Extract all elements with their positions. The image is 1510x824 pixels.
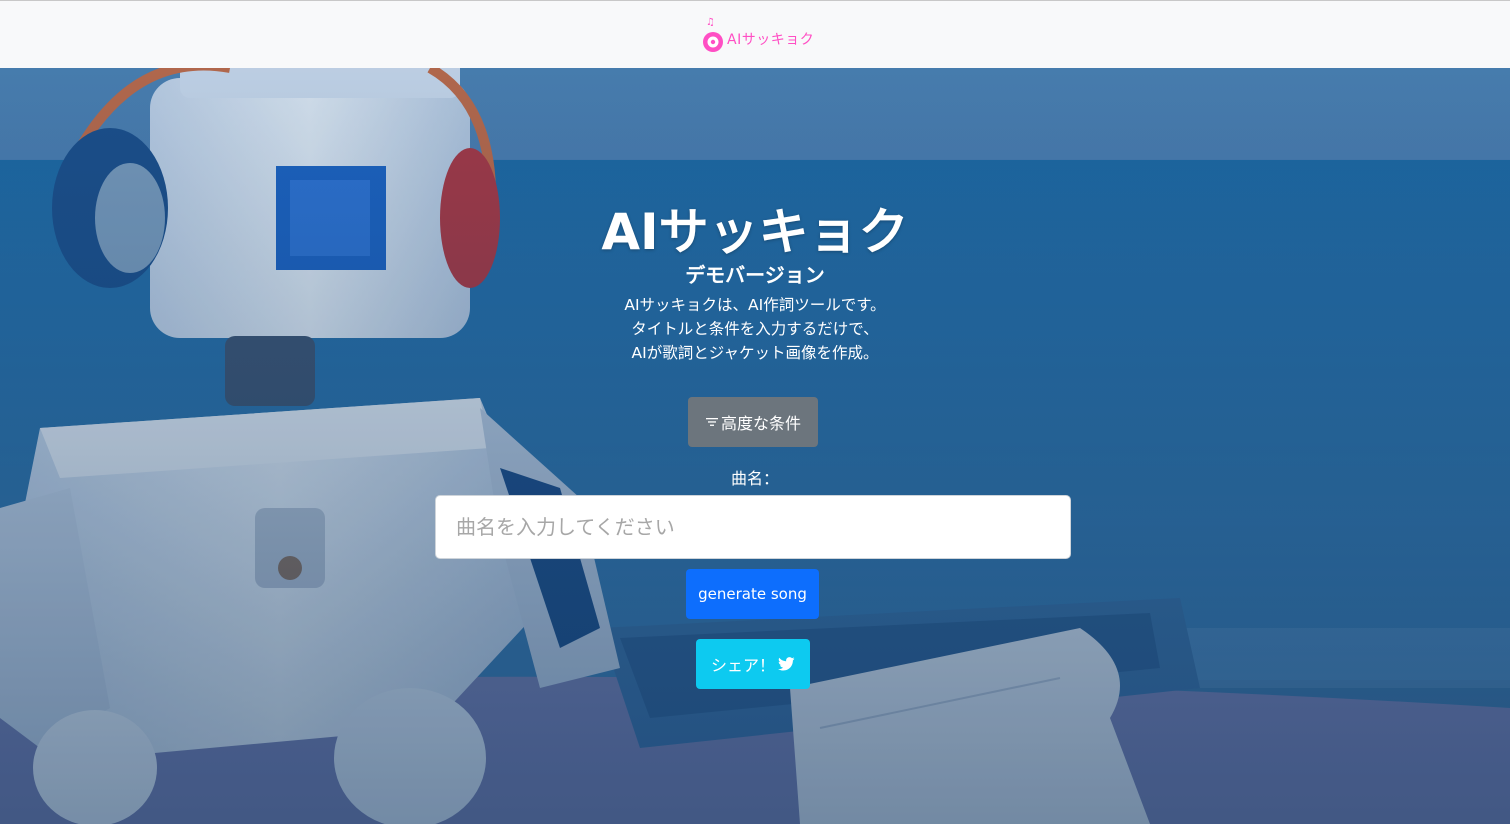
filter-icon [705, 418, 718, 426]
description: AIサッキョクは、AI作詞ツールです。 タイトルと条件を入力するだけで、 AIが… [0, 293, 1510, 365]
advanced-conditions-label: 高度な条件 [720, 414, 801, 433]
description-line: タイトルと条件を入力するだけで、 [631, 320, 879, 338]
twitter-icon [778, 657, 795, 671]
svg-text:♫: ♫ [706, 17, 715, 28]
page-title: AIサッキョク [601, 203, 909, 261]
song-name-input[interactable] [435, 495, 1071, 559]
generate-song-button[interactable]: generate song [686, 569, 819, 619]
brand-label: AIサッキョク [727, 32, 815, 48]
page-subtitle: デモバージョン [685, 263, 825, 287]
vinyl-record-icon: ♫ [703, 17, 723, 52]
share-button[interactable]: シェア！ [696, 639, 810, 689]
advanced-conditions-button[interactable]: 高度な条件 [688, 397, 818, 447]
description-line: AIが歌詞とジャケット画像を作成。 [631, 344, 879, 362]
song-name-label: 曲名： [730, 469, 779, 488]
hero-content: AIサッキョク デモバージョン AIサッキョクは、AI作詞ツールです。 タイトル… [0, 68, 1510, 824]
brand-link[interactable]: ♫ AIサッキョク [702, 15, 814, 53]
description-line: AIサッキョクは、AI作詞ツールです。 [624, 296, 886, 314]
share-label: シェア！ [710, 656, 775, 675]
navbar: ♫ AIサッキョク [0, 0, 1510, 68]
